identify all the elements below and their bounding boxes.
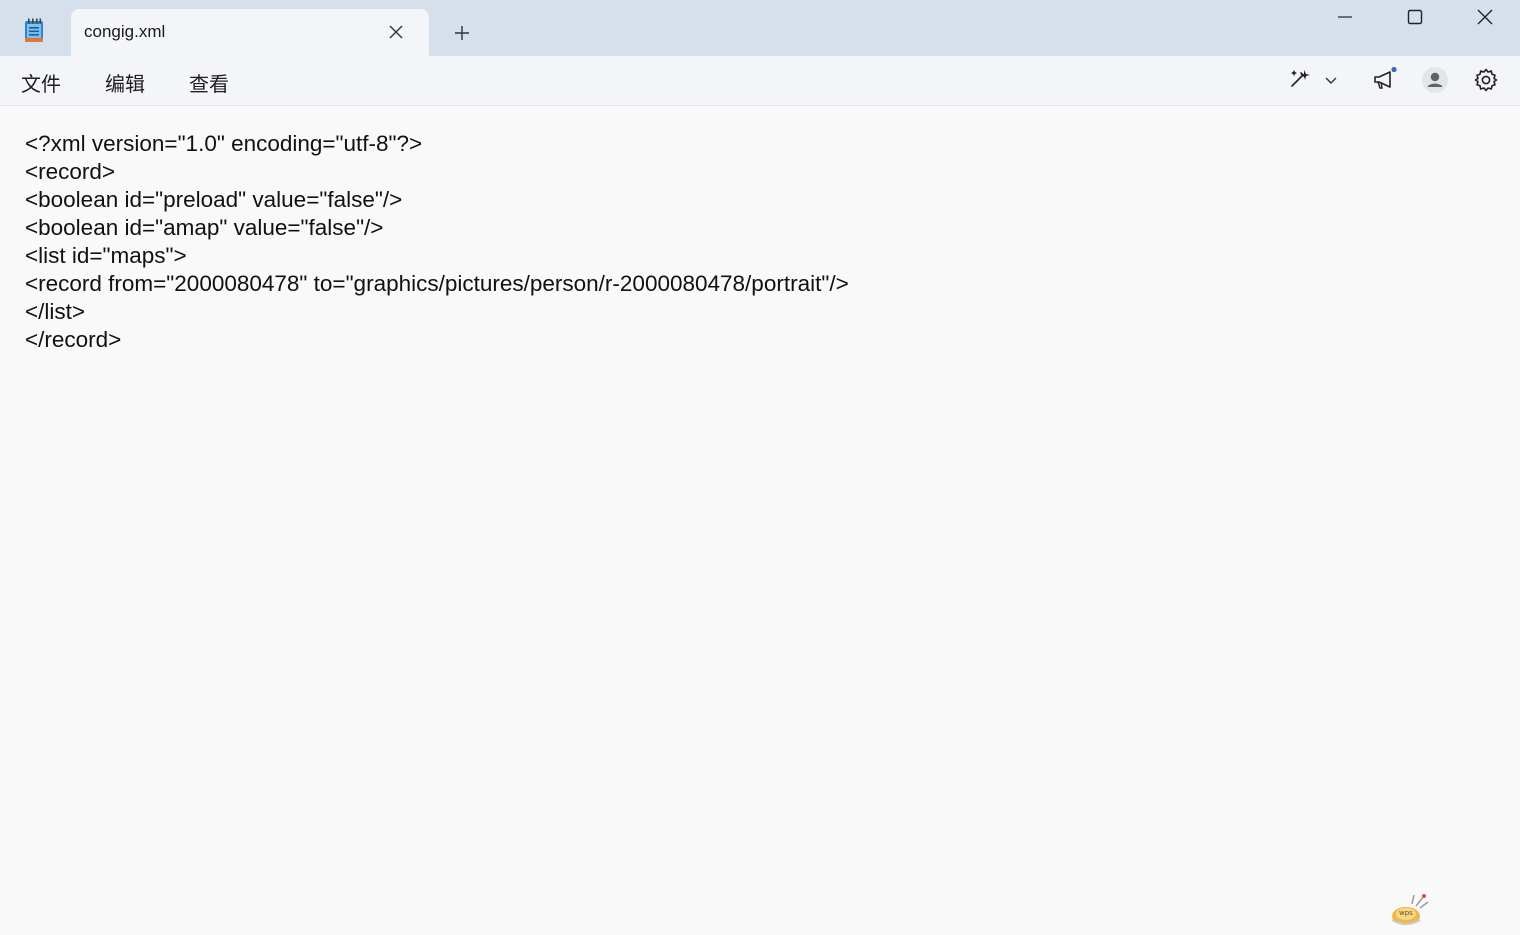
menu-edit[interactable]: 编辑	[103, 68, 147, 97]
code-line-2: <record>	[25, 159, 116, 184]
code-line-4: <boolean id="amap" value="false"/>	[25, 215, 384, 240]
code-line-1: <?xml version="1.0" encoding="utf-8"?>	[25, 131, 423, 156]
maximize-icon[interactable]	[1380, 0, 1450, 34]
code-line-6: <record from="2000080478" to="graphics/p…	[25, 271, 849, 296]
new-tab-plus-icon[interactable]	[449, 20, 475, 46]
watermark-logo-text: wps	[1399, 909, 1413, 917]
window-close-icon[interactable]	[1450, 0, 1520, 34]
megaphone-icon[interactable]	[1368, 65, 1400, 95]
chevron-down-icon	[1324, 71, 1338, 90]
account-icon[interactable]	[1420, 65, 1450, 95]
code-line-5: <list id="maps">	[25, 243, 187, 268]
tab-title: congig.xml	[84, 22, 166, 41]
text-editor[interactable]: <?xml version="1.0" encoding="utf-8"?> <r…	[0, 106, 1520, 935]
minimize-icon[interactable]	[1310, 0, 1380, 34]
code-line-3: <boolean id="preload" value="false"/>	[25, 187, 403, 212]
watermark-logo-icon: wps	[1386, 892, 1430, 928]
tab-close-icon[interactable]	[384, 20, 408, 44]
code-line-8: </record>	[25, 327, 122, 352]
document-text[interactable]: <?xml version="1.0" encoding="utf-8"?> <r…	[25, 130, 849, 354]
tab-congig-xml[interactable]: congig.xml	[71, 9, 429, 56]
title-bar: congig.xml	[0, 0, 1520, 56]
code-line-7: </list>	[25, 299, 86, 324]
notepad-app-icon	[24, 18, 44, 44]
notepad-window: congig.xml 文件 编辑 查看 <?xml version="1.0" …	[0, 0, 1520, 935]
gear-icon[interactable]	[1471, 65, 1501, 95]
copilot-icon	[1288, 66, 1312, 94]
menu-bar: 文件 编辑 查看	[0, 56, 1520, 106]
menu-view[interactable]: 查看	[187, 68, 231, 97]
copilot-button[interactable]	[1284, 65, 1342, 95]
menu-file[interactable]: 文件	[19, 68, 63, 97]
